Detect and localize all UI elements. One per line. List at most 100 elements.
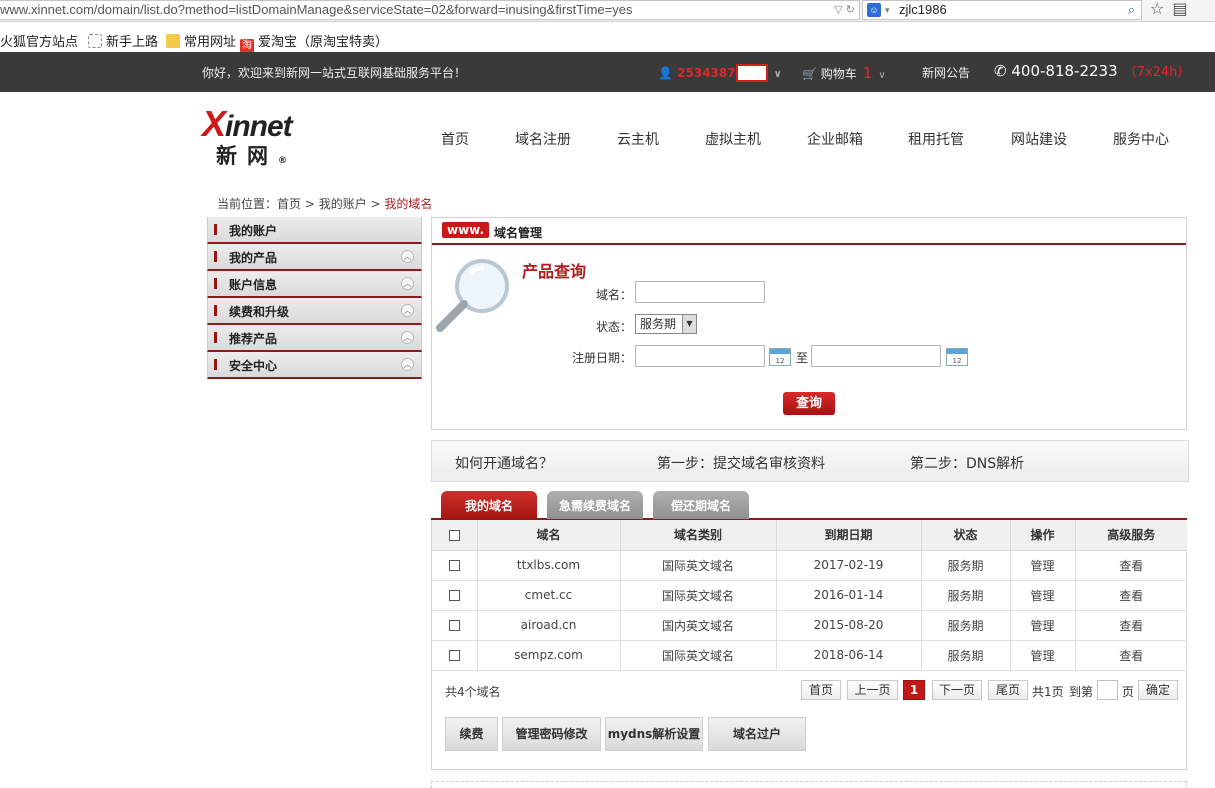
breadcrumb-current: 我的域名 (384, 197, 433, 211)
star-icon[interactable]: ☆ (1150, 0, 1172, 18)
cart-label: 购物车 (820, 67, 857, 81)
table-row: sempz.com 国际英文域名 2018-06-14 服务期 管理 查看 (432, 640, 1187, 671)
collapse-icon[interactable]: ︿ (401, 277, 414, 290)
prev-page-button[interactable]: 上一页 (847, 680, 898, 700)
view-link[interactable]: 查看 (1075, 580, 1187, 611)
phone-hours: （7x24h） (1123, 65, 1191, 80)
nav-hosting[interactable]: 租用托管 (908, 129, 964, 149)
bookmark-firefox[interactable]: 火狐官方站点 (0, 31, 78, 50)
marker-bar (214, 278, 217, 289)
chevron-down-icon: ∨ (773, 69, 782, 80)
bookmark-common-sites[interactable]: 常用网址 (166, 31, 236, 50)
query-button[interactable]: 查询 (783, 392, 835, 415)
nav-home[interactable]: 首页 (441, 129, 469, 149)
cart-link[interactable]: 🛒 购物车 1 ∨ (802, 64, 886, 82)
nav-virtual-host[interactable]: 虚拟主机 (705, 129, 761, 149)
breadcrumb-home[interactable]: 首页 (277, 197, 301, 211)
last-page-button[interactable]: 尾页 (988, 680, 1028, 700)
breadcrumb-separator: > (366, 197, 385, 211)
bookmark-label: 新手上路 (106, 34, 159, 49)
collapse-icon[interactable]: ︿ (401, 331, 414, 344)
search-icon[interactable]: ⌕ (1128, 1, 1135, 19)
address-bar-url: www.xinnet.com/domain/list.do?method=lis… (0, 2, 633, 17)
how-to-question[interactable]: 如何开通域名？ (455, 453, 553, 473)
current-page[interactable]: 1 (903, 680, 925, 700)
logo-chinese: 新网® (202, 143, 312, 174)
search-engine-icon[interactable]: ☺ (867, 3, 881, 17)
status-select[interactable]: 服务期 ▼ (635, 314, 697, 334)
browser-search-box[interactable]: ☺ ▾ zjlc1986 ⌕ (862, 0, 1142, 20)
first-page-button[interactable]: 首页 (801, 680, 841, 700)
reload-icon[interactable]: ▽ ↻ (834, 1, 855, 19)
col-expiry: 到期日期 (776, 520, 922, 551)
sidebar-item-recommended[interactable]: 推荐产品 ︿ (207, 325, 422, 352)
tab-redemption[interactable]: 偿还期域名 (653, 491, 749, 519)
nav-enterprise-mail[interactable]: 企业邮箱 (807, 129, 863, 149)
notice-link[interactable]: 新网公告 (922, 64, 970, 81)
nav-service-center[interactable]: 服务中心 (1113, 129, 1169, 149)
reg-date-start-input[interactable] (635, 345, 765, 367)
site-logo[interactable]: Xinnet 新网® (202, 106, 312, 169)
domain-name[interactable]: airoad.cn (477, 610, 621, 641)
select-all-checkbox[interactable] (448, 529, 460, 541)
row-checkbox[interactable] (448, 650, 460, 661)
domain-name[interactable]: ttxlbs.com (477, 550, 621, 581)
domain-transfer-button[interactable]: 域名过户 (708, 717, 806, 751)
step-one: 第一步：提交域名审核资料 (657, 456, 825, 472)
site-topbar: 你好，欢迎来到新网一站式互联网基础服务平台！ 👤 2534387 ∨ 🛒 购物车 1… (0, 52, 1215, 92)
domain-tabs: 我的域名 急需续费域名 偿还期域名 (431, 490, 1187, 520)
sidebar-item-label: 安全中心 (229, 359, 278, 373)
view-link[interactable]: 查看 (1075, 610, 1187, 641)
nav-domain-register[interactable]: 域名注册 (515, 129, 571, 149)
view-link[interactable]: 查看 (1075, 550, 1187, 581)
bookmark-getting-started[interactable]: 新手上路 (88, 31, 158, 50)
nav-website-build[interactable]: 网站建设 (1011, 129, 1067, 149)
sidebar-item-renew-upgrade[interactable]: 续费和升级 ︿ (207, 298, 422, 325)
marker-bar (214, 224, 217, 235)
change-password-button[interactable]: 管理密码修改 (502, 717, 601, 751)
how-to-activate-strip: 如何开通域名？ 第一步：提交域名审核资料 第二步：DNS解析 (431, 440, 1189, 482)
magnifier-icon (436, 259, 509, 332)
page-number-input[interactable] (1097, 680, 1118, 700)
reg-date-end-input[interactable] (811, 345, 941, 367)
view-link[interactable]: 查看 (1075, 640, 1187, 671)
sidebar-item-my-account[interactable]: 我的账户 (207, 217, 422, 244)
breadcrumb-account[interactable]: 我的账户 (319, 197, 367, 211)
nav-cloud-host[interactable]: 云主机 (617, 129, 659, 149)
expiry-date: 2017-02-19 (776, 550, 922, 581)
collapse-icon[interactable]: ︿ (401, 358, 414, 371)
dropdown-icon[interactable]: ▾ (885, 1, 890, 19)
domain-name[interactable]: cmet.cc (477, 580, 621, 611)
manage-link[interactable]: 管理 (1010, 640, 1076, 671)
address-bar[interactable]: www.xinnet.com/domain/list.do?method=lis… (0, 0, 860, 20)
row-checkbox[interactable] (448, 590, 460, 601)
collapse-icon[interactable]: ︿ (401, 304, 414, 317)
domain-status: 服务期 (921, 550, 1011, 581)
calendar-icon[interactable]: 12 (769, 348, 791, 366)
select-all-cell (432, 520, 478, 551)
manage-link[interactable]: 管理 (1010, 580, 1076, 611)
tab-urgent-renew[interactable]: 急需续费域名 (547, 491, 643, 519)
bookmark-aitaobao[interactable]: 淘爱淘宝（原淘宝特卖） (240, 31, 388, 53)
renew-button[interactable]: 续费 (445, 717, 498, 751)
library-icon[interactable]: ▤ (1172, 0, 1195, 18)
sidebar-item-security[interactable]: 安全中心 ︿ (207, 352, 422, 379)
sidebar-item-account-info[interactable]: 账户信息 ︿ (207, 271, 422, 298)
domain-input[interactable] (635, 281, 765, 303)
manage-link[interactable]: 管理 (1010, 610, 1076, 641)
reg-date-label: 注册日期： (571, 351, 632, 365)
mydns-settings-button[interactable]: mydns解析设置 (605, 717, 703, 751)
row-checkbox[interactable] (448, 560, 460, 571)
next-page-button[interactable]: 下一页 (932, 680, 982, 700)
domain-name[interactable]: sempz.com (477, 640, 621, 671)
row-checkbox[interactable] (448, 620, 460, 631)
user-menu[interactable]: 👤 2534387 ∨ (658, 64, 782, 82)
confirm-page-button[interactable]: 确定 (1138, 680, 1178, 700)
marker-bar (214, 359, 217, 370)
tab-my-domains[interactable]: 我的域名 (441, 491, 537, 519)
calendar-icon[interactable]: 12 (946, 348, 968, 366)
sidebar-item-my-products[interactable]: 我的产品 ︿ (207, 244, 422, 271)
chevron-down-icon: ∨ (878, 70, 886, 81)
collapse-icon[interactable]: ︿ (401, 250, 414, 263)
manage-link[interactable]: 管理 (1010, 550, 1076, 581)
